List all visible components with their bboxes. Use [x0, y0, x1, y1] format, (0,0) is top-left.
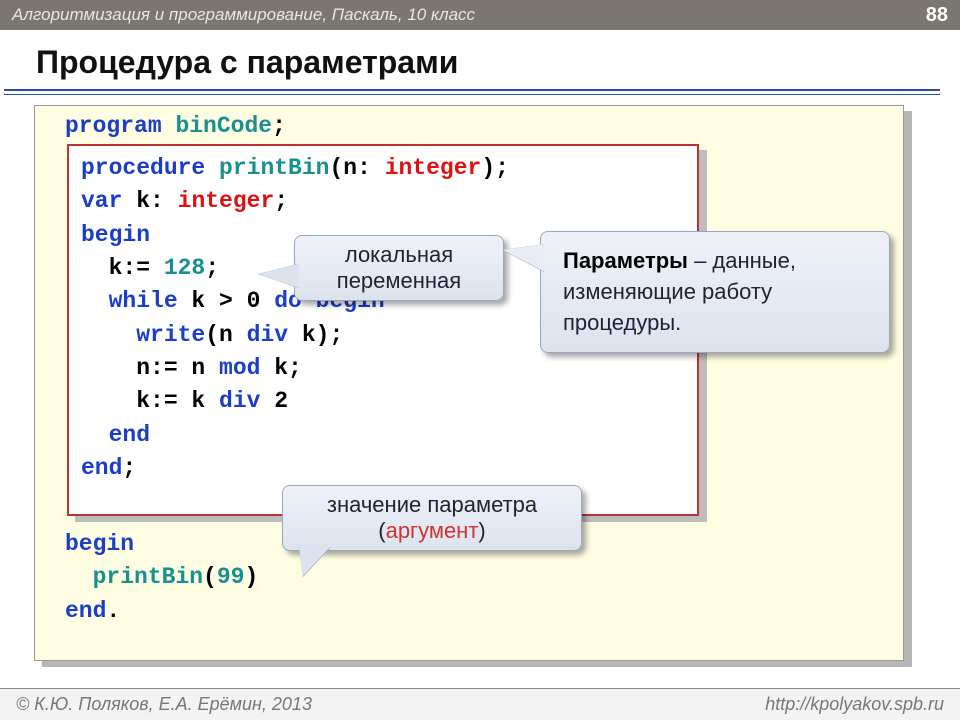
callout-arg-line1: значение параметра: [301, 492, 563, 518]
main-code: begin printBin(99) end.: [65, 528, 258, 628]
kw-begin-main: begin: [65, 531, 134, 557]
k128-val: 128: [164, 255, 205, 281]
arg-paren-close: ): [478, 518, 485, 543]
call-arg: 99: [217, 564, 245, 590]
kw-var: var: [81, 188, 122, 214]
semi-end: ;: [122, 455, 136, 481]
callout-tail-icon: [503, 244, 545, 272]
arg-word: аргумент: [386, 518, 479, 543]
proc-name: printBin: [219, 155, 329, 181]
title-underline: [4, 85, 940, 91]
call-close: ): [244, 564, 258, 590]
close-paren-semi: );: [481, 155, 509, 181]
semicolon: ;: [272, 113, 286, 139]
program-header-code: program binCode;: [65, 110, 286, 143]
call-name: printBin: [93, 564, 203, 590]
callout-local-var: локальная переменная: [294, 235, 504, 301]
program-box: program binCode; procedure printBin(n: i…: [34, 105, 904, 661]
call-indent: [65, 564, 93, 590]
kw-while: while: [81, 288, 178, 314]
program-name: binCode: [175, 113, 272, 139]
callout-tail-icon: [259, 264, 299, 288]
content-area: program binCode; procedure printBin(n: i…: [20, 105, 940, 675]
k128-a: k:=: [81, 255, 164, 281]
footer-bar: © К.Ю. Поляков, Е.А. Ерёмин, 2013 http:/…: [0, 688, 960, 720]
callout-argument: значение параметра (аргумент): [282, 485, 582, 551]
kw-end-main: end: [65, 598, 106, 624]
local-var-decl: k:: [122, 188, 177, 214]
callout-parameters: Параметры – данные, изменяющие работу пр…: [540, 231, 890, 353]
kw-div-1: div: [247, 322, 288, 348]
semi-2: ;: [274, 188, 288, 214]
footer-url: http://kpolyakov.spb.ru: [765, 694, 944, 715]
type-integer-2: integer: [178, 188, 275, 214]
kw-procedure: procedure: [81, 155, 205, 181]
kw-div-2: div: [219, 388, 260, 414]
kw-write: write: [81, 322, 205, 348]
breadcrumb: Алгоритмизация и программирование, Паска…: [12, 5, 475, 25]
page-title: Процедура с параметрами: [36, 44, 960, 81]
kdiv-a: k:= k: [81, 388, 219, 414]
kdiv-b: 2: [260, 388, 288, 414]
write-b: (n: [205, 322, 246, 348]
nmod-a: n:= n: [81, 355, 219, 381]
kw-begin-1: begin: [81, 222, 150, 248]
footer-copyright: © К.Ю. Поляков, Е.А. Ерёмин, 2013: [16, 694, 312, 715]
k128-c: ;: [205, 255, 219, 281]
header-bar: Алгоритмизация и программирование, Паска…: [0, 0, 960, 30]
nmod-b: k;: [260, 355, 301, 381]
kw-mod: mod: [219, 355, 260, 381]
callout-arg-line2: (аргумент): [301, 518, 563, 544]
kw-program: program: [65, 113, 162, 139]
callout-local-var-text: локальная переменная: [337, 242, 461, 293]
write-c: k);: [288, 322, 343, 348]
arg-paren-open: (: [378, 518, 385, 543]
kw-end-2: end: [81, 455, 122, 481]
period: .: [106, 598, 120, 624]
colon: :: [357, 155, 385, 181]
param-name: n: [343, 155, 357, 181]
type-integer-1: integer: [385, 155, 482, 181]
callout-params-bold: Параметры: [563, 248, 688, 273]
call-open: (: [203, 564, 217, 590]
open-paren: (: [329, 155, 343, 181]
kw-end-1: end: [81, 422, 150, 448]
while-cond: k > 0: [178, 288, 275, 314]
callout-tail-icon: [299, 546, 331, 576]
page-number: 88: [926, 4, 948, 27]
